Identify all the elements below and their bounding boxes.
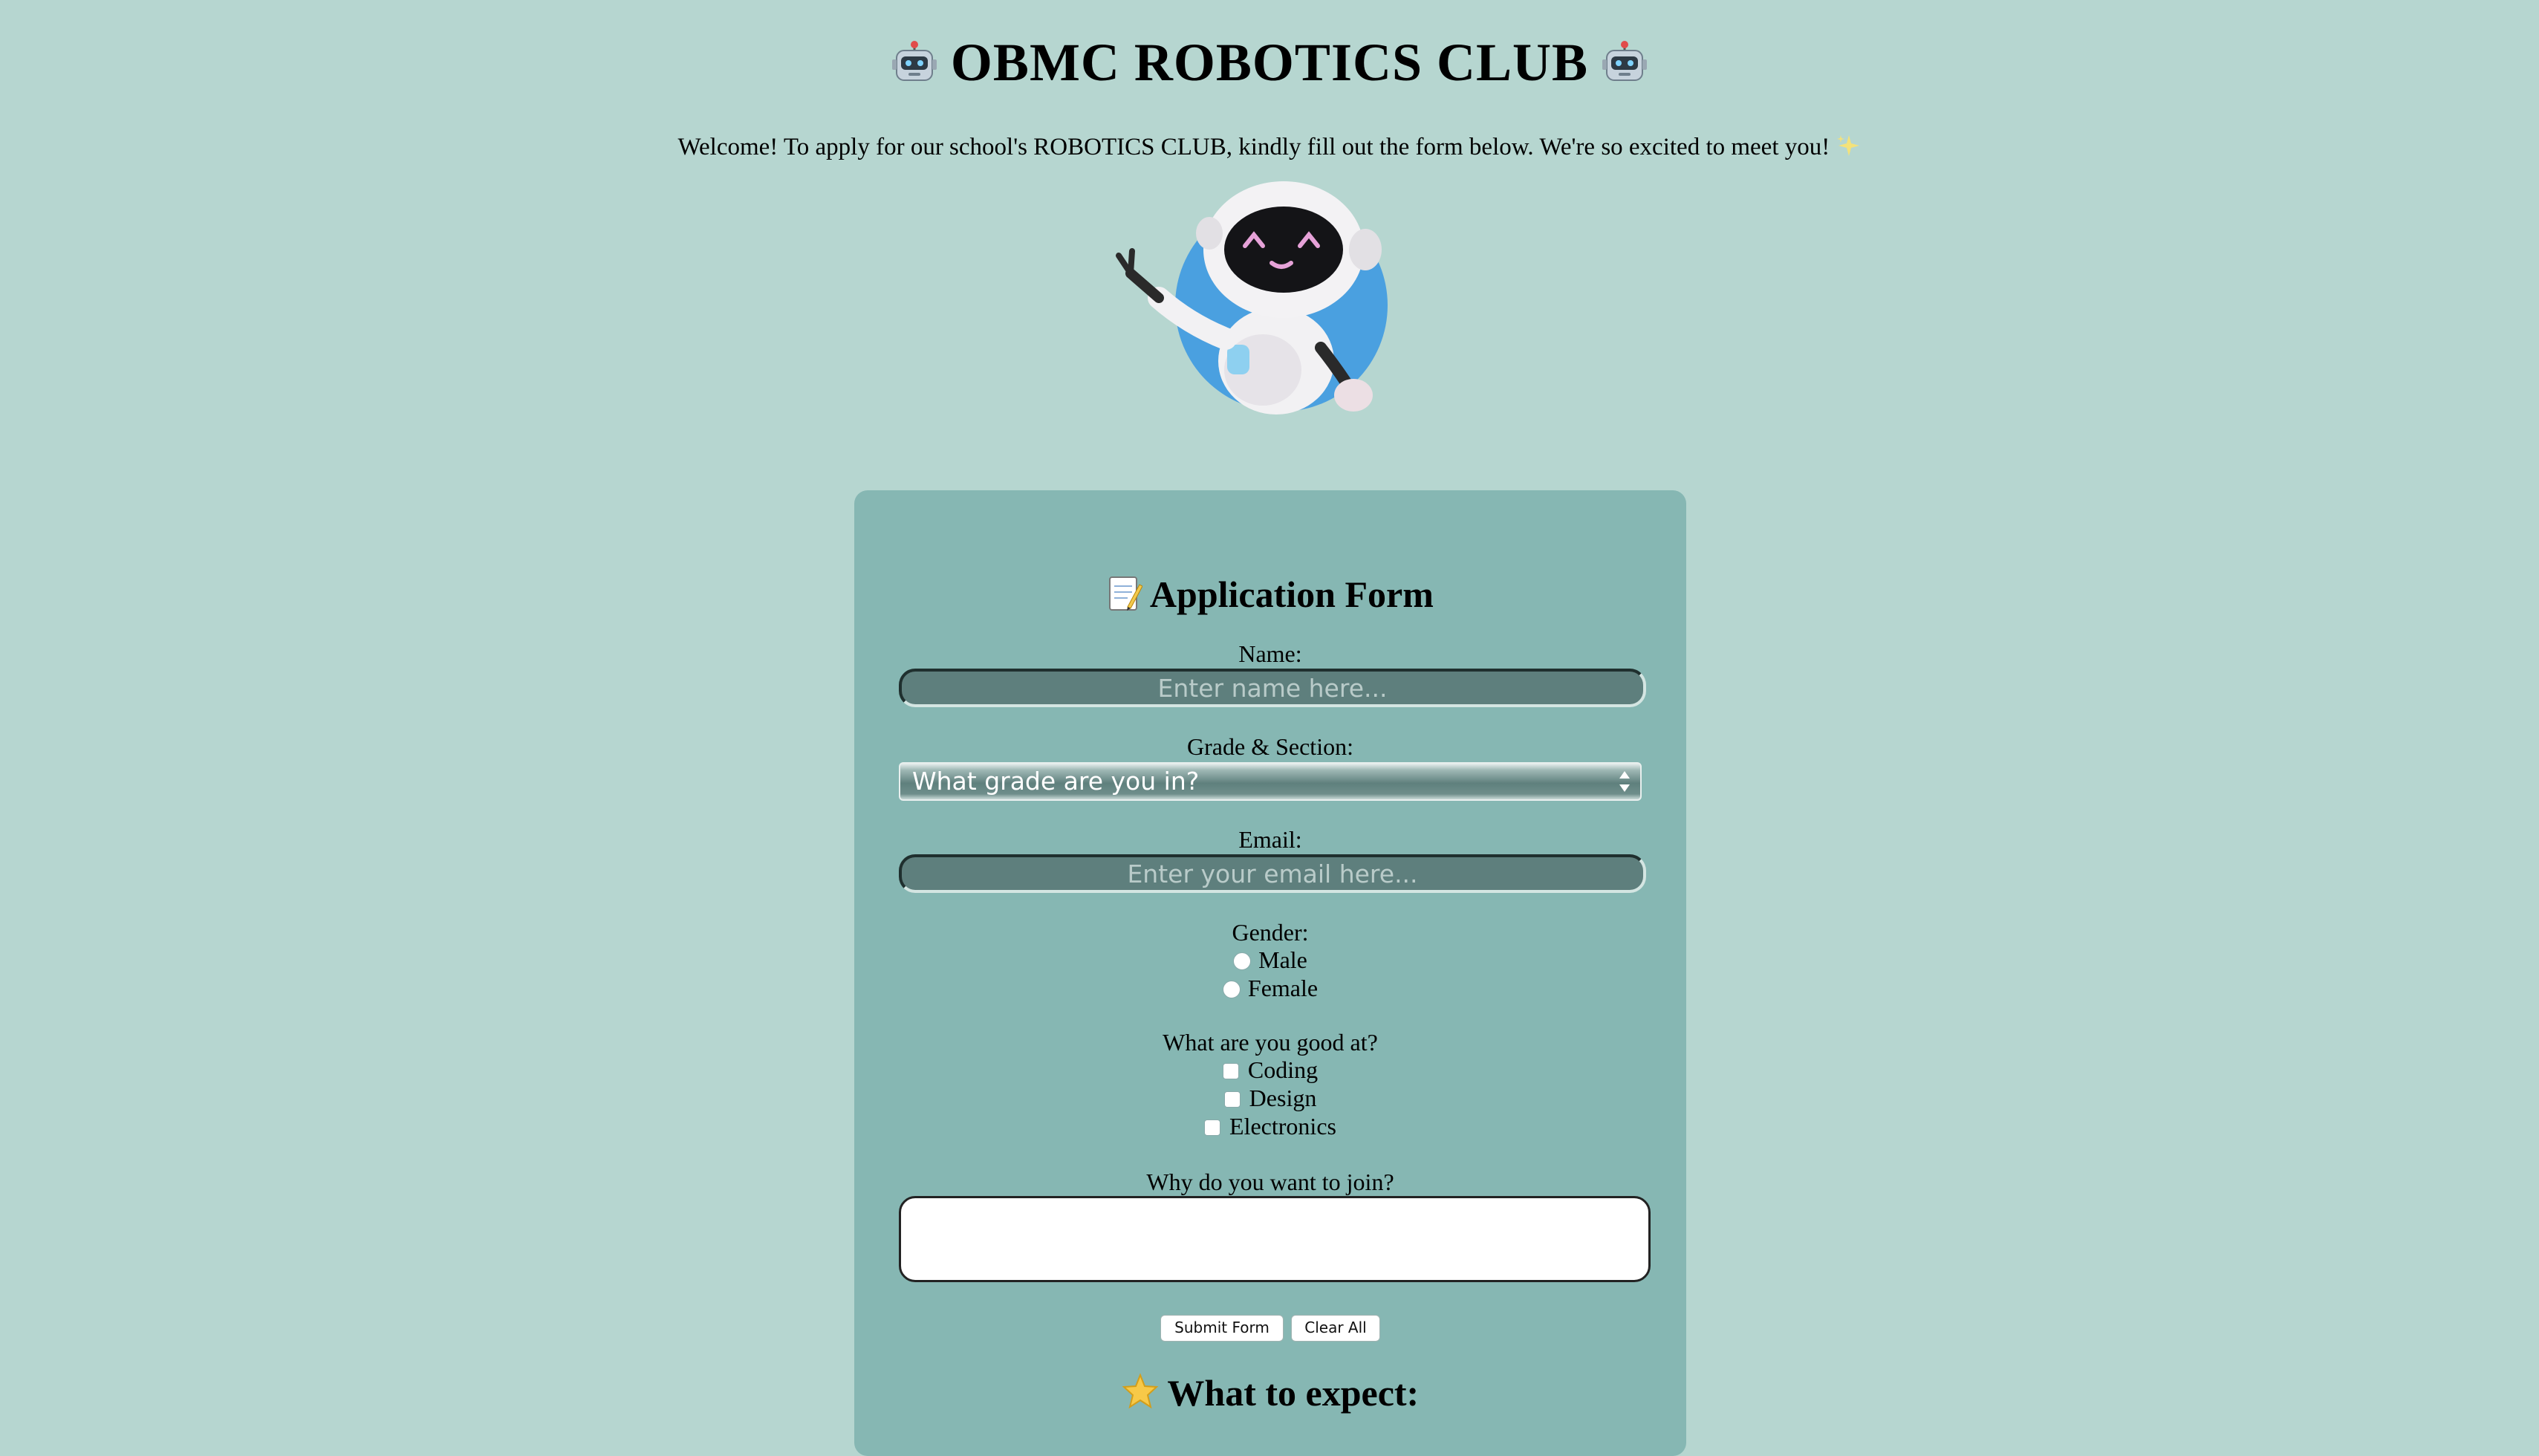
email-input[interactable] [899, 854, 1646, 893]
robot-mascot-image [1114, 175, 1397, 420]
skill-option-coding[interactable]: Coding [854, 1056, 1686, 1084]
name-label: Name: [1238, 640, 1302, 667]
robot-icon [891, 33, 951, 92]
welcome-text: Welcome! To apply for our school's ROBOT… [677, 134, 1830, 160]
male-radio[interactable] [1233, 952, 1252, 970]
robot-icon [1588, 33, 1648, 92]
memo-icon [1107, 573, 1150, 615]
coding-label: Coding [1247, 1056, 1319, 1083]
submit-form-button[interactable]: Submit Form [1160, 1315, 1284, 1342]
coding-checkbox[interactable] [1222, 1062, 1239, 1079]
skill-option-electronics[interactable]: Electronics [854, 1112, 1686, 1140]
skills-label: What are you good at? [1163, 1029, 1378, 1056]
female-radio[interactable] [1222, 980, 1241, 998]
star-icon [1122, 1372, 1168, 1414]
why-join-label: Why do you want to join? [1146, 1169, 1394, 1195]
application-form: Application Form Name: Grade & Section: … [854, 490, 1686, 1456]
page-title-text: OBMC ROBOTICS CLUB [950, 33, 1589, 92]
form-heading: Application Form [854, 565, 1686, 624]
female-label: Female [1247, 975, 1319, 1001]
what-to-expect-heading: What to expect: [854, 1367, 1686, 1419]
select-arrows-icon [1616, 767, 1633, 796]
electronics-checkbox[interactable] [1204, 1119, 1221, 1136]
design-label: Design [1249, 1085, 1317, 1111]
what-to-expect-text: What to expect: [1167, 1372, 1420, 1414]
grade-select-value: What grade are you in? [912, 767, 1200, 796]
electronics-label: Electronics [1229, 1113, 1336, 1140]
grade-select[interactable]: What grade are you in? [899, 762, 1642, 801]
name-input[interactable] [899, 669, 1646, 707]
grade-label: Grade & Section: [1187, 733, 1353, 760]
skill-option-design[interactable]: Design [854, 1084, 1686, 1112]
design-checkbox[interactable] [1223, 1091, 1241, 1108]
email-label: Email: [1238, 826, 1302, 853]
gender-label: Gender: [1232, 919, 1309, 946]
clear-all-button[interactable]: Clear All [1291, 1315, 1380, 1342]
why-join-textarea[interactable] [899, 1196, 1651, 1282]
welcome-message: Welcome! To apply for our school's ROBOT… [0, 128, 2539, 166]
page-title: OBMC ROBOTICS CLUB [0, 30, 2539, 95]
gender-option-male[interactable]: Male [854, 946, 1686, 974]
gender-option-female[interactable]: Female [854, 974, 1686, 1002]
sparkles-icon [1836, 134, 1861, 160]
form-heading-text: Application Form [1149, 573, 1434, 615]
male-label: Male [1258, 946, 1307, 973]
